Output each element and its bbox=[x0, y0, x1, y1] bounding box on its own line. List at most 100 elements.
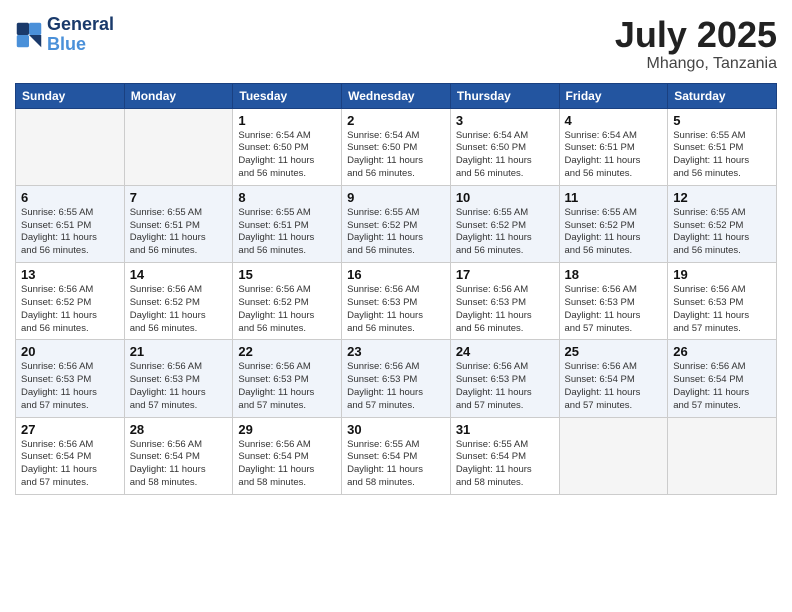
day-number: 30 bbox=[347, 422, 445, 437]
day-info: Sunrise: 6:56 AM Sunset: 6:54 PM Dayligh… bbox=[130, 439, 228, 490]
day-info: Sunrise: 6:56 AM Sunset: 6:53 PM Dayligh… bbox=[130, 361, 228, 412]
table-row: 14 Sunrise: 6:56 AM Sunset: 6:52 PM Dayli… bbox=[124, 263, 233, 340]
day-number: 1 bbox=[238, 113, 336, 128]
day-info: Sunrise: 6:56 AM Sunset: 6:53 PM Dayligh… bbox=[673, 284, 771, 335]
day-info: Sunrise: 6:56 AM Sunset: 6:52 PM Dayligh… bbox=[21, 284, 119, 335]
table-row: 1 Sunrise: 6:54 AM Sunset: 6:50 PM Daylig… bbox=[233, 108, 342, 185]
table-row: 23 Sunrise: 6:56 AM Sunset: 6:53 PM Dayli… bbox=[342, 340, 451, 417]
table-row bbox=[16, 108, 125, 185]
table-row: 18 Sunrise: 6:56 AM Sunset: 6:53 PM Dayli… bbox=[559, 263, 668, 340]
day-number: 29 bbox=[238, 422, 336, 437]
table-row: 22Sunrise: 6:56 AM Sunset: 6:53 PM Dayli… bbox=[233, 340, 342, 417]
table-row: 16Sunrise: 6:56 AM Sunset: 6:53 PM Dayli… bbox=[342, 263, 451, 340]
day-number: 17 bbox=[456, 267, 554, 282]
table-row: 11 Sunrise: 6:55 AM Sunset: 6:52 PM Dayli… bbox=[559, 185, 668, 262]
day-info: Sunrise: 6:55 AM Sunset: 6:51 PM Dayligh… bbox=[238, 207, 336, 258]
calendar-week-row: 6 Sunrise: 6:55 AM Sunset: 6:51 PM Daylig… bbox=[16, 185, 777, 262]
logo: General Blue bbox=[15, 15, 114, 55]
day-number: 19 bbox=[673, 267, 771, 282]
day-info: Sunrise: 6:55 AM Sunset: 6:52 PM Dayligh… bbox=[565, 207, 663, 258]
day-info: Sunrise: 6:56 AM Sunset: 6:53 PM Dayligh… bbox=[456, 361, 554, 412]
day-number: 11 bbox=[565, 190, 663, 205]
col-tuesday: Tuesday bbox=[233, 83, 342, 108]
table-row: 6Sunrise: 6:55 AM Sunset: 6:51 PM Daylig… bbox=[16, 185, 125, 262]
day-number: 27 bbox=[21, 422, 119, 437]
table-row: 2Sunrise: 6:54 AM Sunset: 6:50 PM Daylig… bbox=[342, 108, 451, 185]
table-row: 24 Sunrise: 6:56 AM Sunset: 6:53 PM Dayli… bbox=[450, 340, 559, 417]
day-info: Sunrise: 6:56 AM Sunset: 6:53 PM Dayligh… bbox=[347, 284, 445, 335]
day-info: Sunrise: 6:55 AM Sunset: 6:52 PM Dayligh… bbox=[456, 207, 554, 258]
table-row: 13 Sunrise: 6:56 AM Sunset: 6:52 PM Dayli… bbox=[16, 263, 125, 340]
day-number: 6 bbox=[21, 190, 119, 205]
day-info: Sunrise: 6:55 AM Sunset: 6:54 PM Dayligh… bbox=[347, 439, 445, 490]
day-info: Sunrise: 6:56 AM Sunset: 6:52 PM Dayligh… bbox=[130, 284, 228, 335]
day-number: 18 bbox=[565, 267, 663, 282]
day-info: Sunrise: 6:56 AM Sunset: 6:54 PM Dayligh… bbox=[238, 439, 336, 490]
logo-text: General Blue bbox=[47, 15, 114, 55]
day-info: Sunrise: 6:56 AM Sunset: 6:54 PM Dayligh… bbox=[673, 361, 771, 412]
day-info: Sunrise: 6:55 AM Sunset: 6:51 PM Dayligh… bbox=[130, 207, 228, 258]
day-number: 31 bbox=[456, 422, 554, 437]
table-row: 8Sunrise: 6:55 AM Sunset: 6:51 PM Daylig… bbox=[233, 185, 342, 262]
table-row: 3Sunrise: 6:54 AM Sunset: 6:50 PM Daylig… bbox=[450, 108, 559, 185]
day-number: 26 bbox=[673, 344, 771, 359]
col-thursday: Thursday bbox=[450, 83, 559, 108]
table-row: 30 Sunrise: 6:55 AM Sunset: 6:54 PM Dayli… bbox=[342, 417, 451, 494]
table-row: 10 Sunrise: 6:55 AM Sunset: 6:52 PM Dayli… bbox=[450, 185, 559, 262]
day-info: Sunrise: 6:55 AM Sunset: 6:52 PM Dayligh… bbox=[673, 207, 771, 258]
table-row: 20Sunrise: 6:56 AM Sunset: 6:53 PM Dayli… bbox=[16, 340, 125, 417]
page: General Blue July 2025 Mhango, Tanzania … bbox=[0, 0, 792, 612]
calendar-table: Sunday Monday Tuesday Wednesday Thursday… bbox=[15, 83, 777, 495]
day-number: 10 bbox=[456, 190, 554, 205]
col-monday: Monday bbox=[124, 83, 233, 108]
table-row: 7 Sunrise: 6:55 AM Sunset: 6:51 PM Daylig… bbox=[124, 185, 233, 262]
table-row: 21Sunrise: 6:56 AM Sunset: 6:53 PM Dayli… bbox=[124, 340, 233, 417]
calendar-week-row: 20 Sunrise: 6:56 AM Sunset: 6:53 PM Dayli… bbox=[16, 340, 777, 417]
table-row: 4Sunrise: 6:54 AM Sunset: 6:51 PM Daylig… bbox=[559, 108, 668, 185]
calendar-week-row: 1 Sunrise: 6:54 AM Sunset: 6:50 PM Daylig… bbox=[16, 108, 777, 185]
logo-line2: Blue bbox=[47, 35, 114, 55]
table-row: 15 Sunrise: 6:56 AM Sunset: 6:52 PM Dayli… bbox=[233, 263, 342, 340]
day-info: Sunrise: 6:56 AM Sunset: 6:53 PM Dayligh… bbox=[565, 284, 663, 335]
table-row: 26 Sunrise: 6:56 AM Sunset: 6:54 PM Dayli… bbox=[668, 340, 777, 417]
day-info: Sunrise: 6:55 AM Sunset: 6:54 PM Dayligh… bbox=[456, 439, 554, 490]
table-row bbox=[668, 417, 777, 494]
day-number: 24 bbox=[456, 344, 554, 359]
table-row: 27Sunrise: 6:56 AM Sunset: 6:54 PM Dayli… bbox=[16, 417, 125, 494]
day-number: 14 bbox=[130, 267, 228, 282]
table-row: 25 Sunrise: 6:56 AM Sunset: 6:54 PM Dayli… bbox=[559, 340, 668, 417]
day-info: Sunrise: 6:56 AM Sunset: 6:53 PM Dayligh… bbox=[347, 361, 445, 412]
day-info: Sunrise: 6:54 AM Sunset: 6:51 PM Dayligh… bbox=[565, 130, 663, 181]
day-info: Sunrise: 6:56 AM Sunset: 6:52 PM Dayligh… bbox=[238, 284, 336, 335]
day-number: 7 bbox=[130, 190, 228, 205]
day-info: Sunrise: 6:56 AM Sunset: 6:54 PM Dayligh… bbox=[565, 361, 663, 412]
day-info: Sunrise: 6:55 AM Sunset: 6:51 PM Dayligh… bbox=[673, 130, 771, 181]
day-number: 5 bbox=[673, 113, 771, 128]
month-title: July 2025 bbox=[615, 15, 777, 55]
title-section: July 2025 Mhango, Tanzania bbox=[615, 15, 777, 73]
calendar-week-row: 13 Sunrise: 6:56 AM Sunset: 6:52 PM Dayli… bbox=[16, 263, 777, 340]
table-row: 5 Sunrise: 6:55 AM Sunset: 6:51 PM Daylig… bbox=[668, 108, 777, 185]
day-number: 20 bbox=[21, 344, 119, 359]
day-info: Sunrise: 6:55 AM Sunset: 6:52 PM Dayligh… bbox=[347, 207, 445, 258]
day-info: Sunrise: 6:54 AM Sunset: 6:50 PM Dayligh… bbox=[238, 130, 336, 181]
day-number: 23 bbox=[347, 344, 445, 359]
day-number: 25 bbox=[565, 344, 663, 359]
col-wednesday: Wednesday bbox=[342, 83, 451, 108]
table-row: 12 Sunrise: 6:55 AM Sunset: 6:52 PM Dayli… bbox=[668, 185, 777, 262]
day-number: 12 bbox=[673, 190, 771, 205]
day-number: 15 bbox=[238, 267, 336, 282]
day-info: Sunrise: 6:54 AM Sunset: 6:50 PM Dayligh… bbox=[347, 130, 445, 181]
day-number: 9 bbox=[347, 190, 445, 205]
day-info: Sunrise: 6:56 AM Sunset: 6:53 PM Dayligh… bbox=[456, 284, 554, 335]
day-number: 22 bbox=[238, 344, 336, 359]
table-row bbox=[124, 108, 233, 185]
col-saturday: Saturday bbox=[668, 83, 777, 108]
day-number: 28 bbox=[130, 422, 228, 437]
day-number: 13 bbox=[21, 267, 119, 282]
day-number: 3 bbox=[456, 113, 554, 128]
header: General Blue July 2025 Mhango, Tanzania bbox=[15, 15, 777, 73]
logo-icon bbox=[15, 21, 43, 49]
col-friday: Friday bbox=[559, 83, 668, 108]
logo-line1: General bbox=[47, 15, 114, 35]
